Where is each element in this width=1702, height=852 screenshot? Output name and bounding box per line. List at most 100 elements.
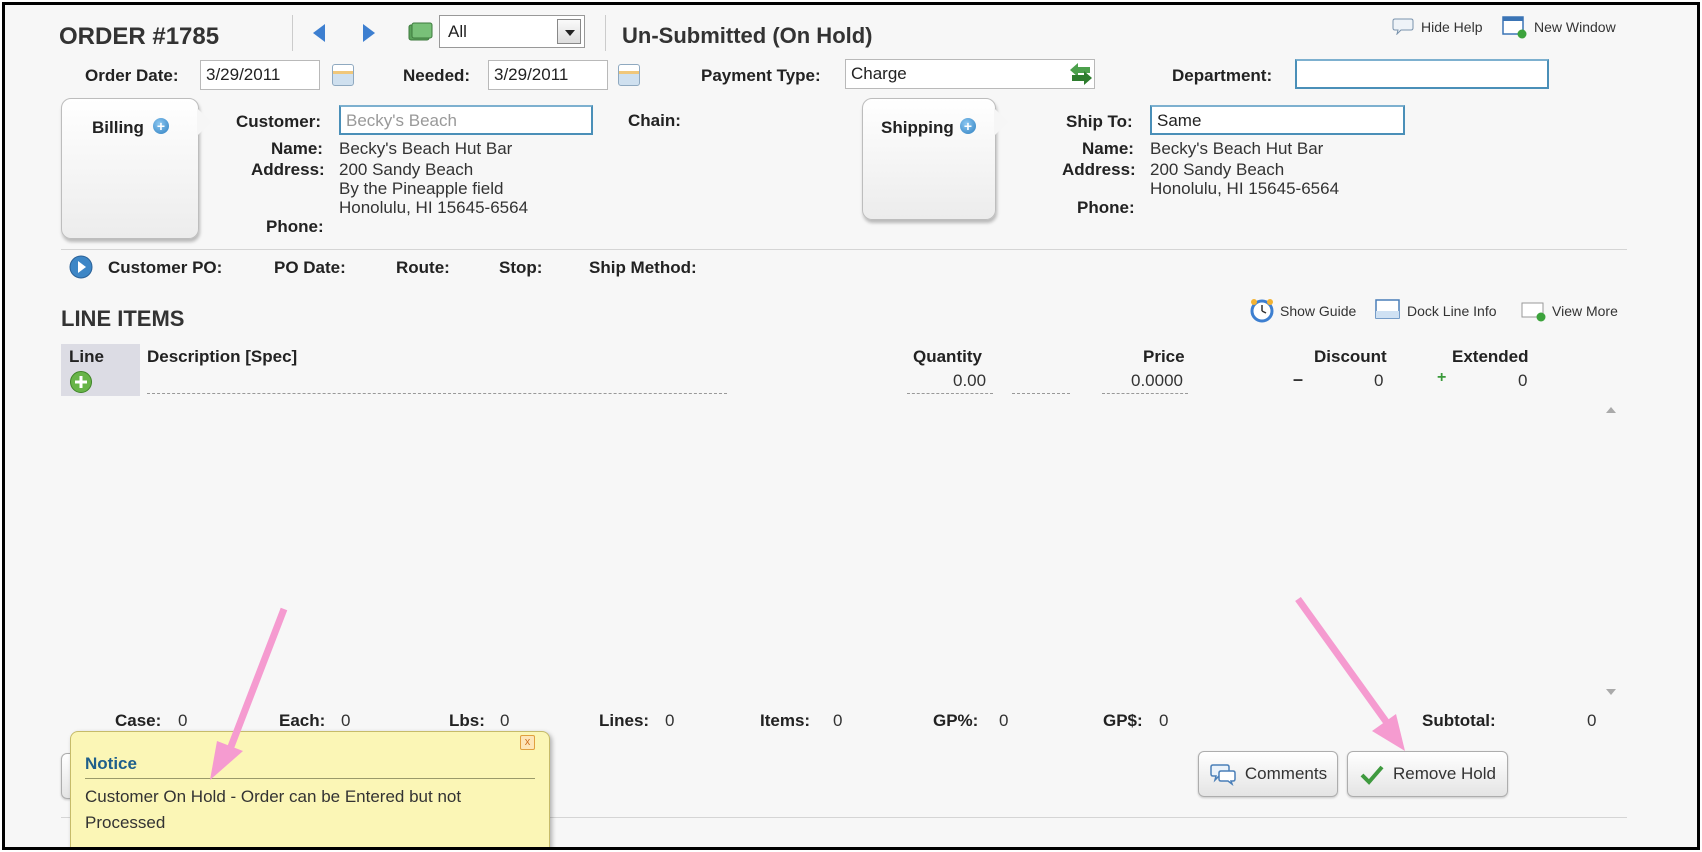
gp-dollar-label: GP$: xyxy=(1103,711,1143,730)
subtotal-value: 0 xyxy=(1587,711,1597,730)
billing-name-value: Becky's Beach Hut Bar xyxy=(339,139,513,158)
notice-title: Notice xyxy=(85,754,137,773)
swap-arrows-icon[interactable] xyxy=(1068,62,1094,86)
needed-date-calendar-icon[interactable] xyxy=(618,64,640,86)
customer-field[interactable]: Becky's Beach xyxy=(339,105,593,135)
unit-input-line[interactable] xyxy=(1012,393,1070,394)
gp-percent-label: GP%: xyxy=(933,711,979,730)
customer-po-label: Customer PO: xyxy=(108,258,223,277)
shipping-tab-pointer xyxy=(994,108,1008,136)
shipping-address-value: 200 Sandy Beach Honolulu, HI 15645-6564 xyxy=(1150,160,1339,198)
checkmark-icon xyxy=(1360,765,1384,785)
extended-header: Extended xyxy=(1452,347,1529,366)
line-header-label: Line xyxy=(69,347,104,366)
order-filter-value: All xyxy=(448,22,467,41)
shipping-name-label: Name: xyxy=(1082,139,1134,158)
shipping-address-label: Address: xyxy=(1062,160,1136,179)
line-column-header: Line xyxy=(61,344,140,396)
comments-button[interactable]: Comments xyxy=(1198,751,1338,797)
comments-button-label: Comments xyxy=(1244,764,1328,783)
shipping-address-line2: Honolulu, HI 15645-6564 xyxy=(1150,179,1340,198)
lines-label: Lines: xyxy=(599,711,650,730)
order-filter-icon xyxy=(408,22,433,41)
order-status: Un-Submitted (On Hold) xyxy=(622,23,873,48)
chevron-down-icon[interactable] xyxy=(557,19,581,44)
view-more-link[interactable]: View More xyxy=(1552,303,1618,319)
each-label: Each: xyxy=(279,711,326,730)
case-value: 0 xyxy=(178,711,188,730)
hide-help-link[interactable]: Hide Help xyxy=(1421,19,1482,35)
department-label: Department: xyxy=(1172,66,1273,85)
stop-label: Stop: xyxy=(499,258,543,277)
shipping-add-icon[interactable]: + xyxy=(960,118,976,134)
annotation-arrow-right xyxy=(1295,596,1393,730)
price-header: Price xyxy=(1143,347,1185,366)
ship-method-label: Ship Method: xyxy=(589,258,697,277)
show-guide-link[interactable]: Show Guide xyxy=(1280,303,1356,319)
dock-line-info-icon[interactable] xyxy=(1375,298,1401,320)
notice-close-icon[interactable]: x xyxy=(520,735,535,750)
billing-address-line1: 200 Sandy Beach xyxy=(339,160,474,179)
billing-tab-label: Billing xyxy=(92,118,144,137)
needed-date-label: Needed: xyxy=(403,66,471,85)
quantity-value[interactable]: 0.00 xyxy=(953,371,986,391)
quantity-input-line xyxy=(907,393,993,394)
billing-address-line2: By the Pineapple field xyxy=(339,179,504,198)
billing-name-label: Name: xyxy=(271,139,323,158)
notice-popup: Notice x Customer On Hold - Order can be… xyxy=(70,731,550,847)
add-line-icon[interactable] xyxy=(69,370,93,394)
line-items-scrollbar[interactable] xyxy=(1601,397,1621,705)
order-date-calendar-icon[interactable] xyxy=(332,64,354,86)
shipping-tab-label: Shipping xyxy=(881,118,954,137)
lbs-value: 0 xyxy=(500,711,510,730)
order-date-label: Order Date: xyxy=(85,66,179,85)
new-window-icon[interactable] xyxy=(1502,15,1528,39)
billing-tab[interactable]: Billing + xyxy=(61,98,199,239)
header-divider-2 xyxy=(605,15,606,51)
scroll-down-icon[interactable] xyxy=(1606,689,1616,695)
extended-value: 0 xyxy=(1518,371,1528,390)
lines-value: 0 xyxy=(665,711,675,730)
price-input-line xyxy=(1102,393,1188,394)
expand-po-details-icon[interactable] xyxy=(69,255,93,279)
po-date-label: PO Date: xyxy=(274,258,346,277)
section-divider xyxy=(61,249,1627,250)
shipping-tab[interactable]: Shipping + xyxy=(862,98,996,220)
next-order-arrow-icon[interactable] xyxy=(361,22,377,44)
billing-add-icon[interactable]: + xyxy=(153,118,169,134)
payment-type-label: Payment Type: xyxy=(701,66,821,85)
previous-order-arrow-icon[interactable] xyxy=(311,22,327,44)
line-items-title: LINE ITEMS xyxy=(61,306,185,331)
new-window-link[interactable]: New Window xyxy=(1534,19,1616,35)
order-window: ORDER #1785 All Un-Submitted (On Hold) H… xyxy=(2,2,1700,850)
show-guide-clock-icon[interactable] xyxy=(1249,297,1275,323)
remove-hold-button[interactable]: Remove Hold xyxy=(1347,751,1508,797)
help-bubble-icon[interactable] xyxy=(1392,17,1414,35)
discount-minus-icon[interactable]: – xyxy=(1293,369,1303,390)
department-field[interactable] xyxy=(1295,59,1549,89)
notice-message: Customer On Hold - Order can be Entered … xyxy=(85,787,462,832)
billing-address-line3: Honolulu, HI 15645-6564 xyxy=(339,198,529,217)
dock-line-info-link[interactable]: Dock Line Info xyxy=(1407,303,1497,319)
needed-date-field[interactable]: 3/29/2011 xyxy=(488,60,608,90)
extended-plus-icon[interactable]: + xyxy=(1437,369,1446,387)
items-value: 0 xyxy=(833,711,843,730)
order-filter-select[interactable]: All xyxy=(439,15,585,48)
order-date-field[interactable]: 3/29/2011 xyxy=(200,60,320,90)
description-input-line[interactable] xyxy=(147,393,727,394)
shipping-name-value: Becky's Beach Hut Bar xyxy=(1150,139,1324,158)
route-label: Route: xyxy=(396,258,450,277)
subtotal-label: Subtotal: xyxy=(1422,711,1496,730)
items-label: Items: xyxy=(760,711,811,730)
customer-label: Customer: xyxy=(236,112,322,131)
chain-label: Chain: xyxy=(628,111,681,130)
price-value[interactable]: 0.0000 xyxy=(1131,371,1183,391)
case-label: Case: xyxy=(115,711,162,730)
billing-tab-pointer xyxy=(197,108,211,136)
payment-type-field[interactable]: Charge xyxy=(845,59,1095,89)
gp-percent-value: 0 xyxy=(999,711,1009,730)
shipping-address-line1: 200 Sandy Beach xyxy=(1150,160,1285,179)
ship-to-field[interactable]: Same xyxy=(1150,105,1405,135)
view-more-icon[interactable] xyxy=(1521,301,1547,323)
scroll-up-icon[interactable] xyxy=(1606,407,1616,413)
